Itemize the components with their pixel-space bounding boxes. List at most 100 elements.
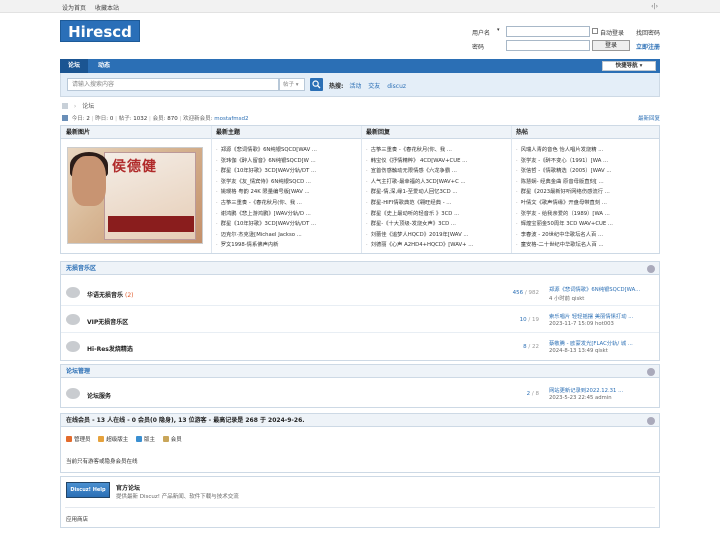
- latest-replies-link[interactable]: 最新回复: [638, 114, 660, 122]
- forum-last-time: 4 小时前 qiskt: [549, 296, 585, 302]
- quick-nav-button[interactable]: 快捷导航 ▾: [602, 61, 656, 71]
- forum-last-time: 2024-8-13 13:49 qiskt: [549, 348, 608, 354]
- list-item[interactable]: 辉煌宝丽金50周年 3CD WAV+CUE ...: [516, 219, 658, 227]
- username-input[interactable]: [506, 26, 590, 37]
- login-form: 用户名 ▾ 自动登录 找回密码 密码 登录 立即注册: [472, 26, 662, 56]
- forum-last-post[interactable]: 网站更新记录到2022.12.31 ...: [549, 386, 657, 394]
- dropdown-arrow-icon[interactable]: ▾: [497, 27, 500, 33]
- online-title[interactable]: 在线会员 - 13 人在线 - 0 会员(0 隐身), 13 位游客 - 最高记…: [66, 417, 305, 424]
- list-item[interactable]: 张学友 -《醉不变心（1991）[WA ...: [516, 156, 658, 164]
- app-store-link[interactable]: 应用商店: [66, 515, 88, 523]
- section-lossless-music: 无损音乐区 华语无损音乐 (2) 456 / 982 郑源《悲词情歌》6N纯银SQ…: [60, 261, 660, 361]
- link-name[interactable]: 官方论坛: [116, 483, 140, 492]
- top-bar: 设为首页 收藏本站 ‹|›: [0, 0, 720, 13]
- list-item[interactable]: 刘蕾佳《追梦人HQCD》2019年[WAV ...: [366, 230, 508, 238]
- forum-threads: 10: [519, 317, 527, 323]
- forum-threads: 2: [526, 391, 531, 397]
- new-member-link[interactable]: mostafmsd2: [214, 116, 248, 122]
- list-item[interactable]: 罗文1998-情系佛声内新: [216, 240, 358, 248]
- legend-super-mod: 超级版主: [98, 436, 128, 443]
- home-icon[interactable]: [62, 103, 68, 109]
- forum-posts: 19: [532, 317, 539, 323]
- latest-replies-list: 古筝三重奏 -《春花秋月(你、我 ... 韩宝仪《抒情精粹》 4CD[WAV+CU…: [361, 139, 511, 253]
- hot-posts-list: 风瑞人青的音色 怡人唱片发烧精 ... 张学友 -《醉不变心（1991）[WA .…: [511, 139, 659, 253]
- hot-search-item[interactable]: discuz: [387, 83, 406, 90]
- forum-last-post[interactable]: 郑源《悲词情歌》6N纯银SQCD[WA...: [549, 285, 657, 293]
- online-members: 在线会员 - 13 人在线 - 0 会员(0 隐身), 13 位游客 - 最高记…: [60, 413, 660, 473]
- list-item[interactable]: 群星-情,深,缘1-至爱动人回忆3CD ...: [366, 187, 508, 195]
- forum-posts: 22: [532, 344, 539, 350]
- tab-forum[interactable]: 论坛: [60, 59, 88, 73]
- list-item[interactable]: 张信哲 -《情歌精选（2005）[WAV ...: [516, 166, 658, 174]
- main-nav: 论坛 动态 快捷导航 ▾: [60, 59, 660, 73]
- list-item[interactable]: 韩宝仪《抒情精粹》 4CD[WAV+CUE ...: [366, 156, 508, 164]
- list-item[interactable]: 张学友《友_情宾侍》6N纯银SQCD ...: [216, 177, 358, 185]
- forum-posts: 8: [535, 391, 540, 397]
- list-item[interactable]: 风瑞人青的音色 怡人唱片发烧精 ...: [516, 145, 658, 153]
- list-item[interactable]: 群星《10年好歌》3CD[WAV分轨/DT ...: [216, 219, 358, 227]
- search-input[interactable]: 请输入搜索内容: [67, 78, 279, 91]
- forum-icon: [66, 287, 80, 298]
- forum-row[interactable]: 论坛服务 2 / 8 网站更新记录到2022.12.31 ... 2023-5-…: [61, 380, 659, 407]
- hot-search-item[interactable]: 活动: [349, 83, 361, 90]
- section-title[interactable]: 无损音乐区: [66, 265, 96, 272]
- list-item[interactable]: 郑源《悲词情歌》6N纯银SQCD[WAV ...: [216, 145, 358, 153]
- latest-picture[interactable]: 侯德健: [67, 147, 203, 244]
- forum-last-post[interactable]: 索乐唱片 轻轻摇摆 美丽情愫打动 ...: [549, 312, 657, 320]
- forum-row[interactable]: 华语无损音乐 (2) 456 / 982 郑源《悲词情歌》6N纯银SQCD[WA.…: [61, 279, 659, 306]
- list-item[interactable]: 宣首伤感触动无限情感《六龙争霸 ...: [366, 166, 508, 174]
- auto-login-label: 自动登录: [600, 30, 625, 37]
- list-item[interactable]: 古筝三重奏 -《春花秋月(你、我 ...: [366, 145, 508, 153]
- forum-row[interactable]: VIP无损音乐区 10 / 19 索乐唱片 轻轻摇摆 美丽情愫打动 ... 20…: [61, 306, 659, 333]
- password-input[interactable]: [506, 40, 590, 51]
- list-item[interactable]: 群星《史上最动听的轻音乐 》3CD ...: [366, 209, 508, 217]
- forum-icon: [66, 314, 80, 325]
- list-item[interactable]: 叶倩文《歌声情缘》开盘母带直刻 ...: [516, 198, 658, 206]
- collapse-icon[interactable]: [647, 265, 655, 273]
- register-link[interactable]: 立即注册: [636, 42, 660, 51]
- list-item[interactable]: 人气主打歌-最幸福的人3CD[WAV+C ...: [366, 177, 508, 185]
- forgot-password-link[interactable]: 找回密码: [636, 28, 660, 37]
- list-item[interactable]: 张学友 - 给我亲爱的（1989）[WA ...: [516, 209, 658, 217]
- collapse-icon[interactable]: [647, 368, 655, 376]
- list-item[interactable]: 迈克尔·杰克逊[Michael Jackso ...: [216, 230, 358, 238]
- list-item[interactable]: 谢鸿鹏《悲上游鸿鹏》[WAV分轨/D ...: [216, 209, 358, 217]
- forum-row[interactable]: Hi-Res发烧精选 8 / 22 蔡敬腾 - 欧蒙发光[FLAC分轨/ 城 .…: [61, 333, 659, 360]
- forum-name[interactable]: Hi-Res发烧精选: [87, 346, 133, 353]
- forum-name[interactable]: VIP无损音乐区: [87, 319, 128, 326]
- hot-search-item[interactable]: 交友: [368, 83, 380, 90]
- switch-width-icon[interactable]: ‹|›: [651, 3, 658, 10]
- list-item[interactable]: 群星-《十大顶级-发烧女声》3CD ...: [366, 219, 508, 227]
- members-count: 870: [167, 116, 178, 122]
- list-item[interactable]: 张玮伽《醉人留音》6N纯银SQCD[W ...: [216, 156, 358, 164]
- site-logo[interactable]: Hirescd: [60, 20, 140, 42]
- list-item[interactable]: 群星-HIFI情歌典范《翱旺经典 - ...: [366, 198, 508, 206]
- list-item[interactable]: 刘德丽《心声 A2HD4+HQCD》[WAV+ ...: [366, 240, 508, 248]
- set-homepage-link[interactable]: 设为首页: [62, 5, 86, 12]
- bookmark-link[interactable]: 收藏本站: [95, 5, 119, 12]
- forum-last-post[interactable]: 蔡敬腾 - 欧蒙发光[FLAC分轨/ 城 ...: [549, 339, 657, 347]
- discuz-logo[interactable]: Discuz! Help: [66, 482, 110, 498]
- list-item[interactable]: 古筝三重奏 -《春花秋月(你、我 ...: [216, 198, 358, 206]
- collapse-icon[interactable]: [647, 417, 655, 425]
- list-item[interactable]: 李春波 - 20世纪中华歌坛名人百 ...: [516, 230, 658, 238]
- list-item[interactable]: 陈慧娴- 经典金曲 原音母版直刻[ ...: [516, 177, 658, 185]
- legend-admin: 管理员: [66, 436, 91, 443]
- search-type-select[interactable]: 帖子 ▾: [279, 78, 305, 91]
- tab-activity[interactable]: 动态: [90, 59, 118, 73]
- login-button[interactable]: 登录: [592, 40, 630, 51]
- password-label: 密码: [472, 44, 485, 51]
- list-item[interactable]: 群星《10年好歌》3CD[WAV分轨/DT ...: [216, 166, 358, 174]
- list-item[interactable]: 姚璎格 粤韵 24K 限量编号版[WAV ...: [216, 187, 358, 195]
- breadcrumb-current[interactable]: 论坛: [82, 103, 94, 110]
- auto-login-checkbox[interactable]: [592, 28, 598, 34]
- forum-name[interactable]: 论坛服务: [87, 393, 111, 400]
- online-note: 当前只有游客或隐身会员在线: [66, 459, 138, 465]
- list-item[interactable]: 童安格-二十世纪中华歌坛名人百 ...: [516, 240, 658, 248]
- list-item[interactable]: 群星《2023最新好听网络伤感流行 ...: [516, 187, 658, 195]
- forum-last-time: 2023-11-7 15:09 hot003: [549, 321, 614, 327]
- search-button[interactable]: [310, 78, 323, 91]
- hot-search-label: 热搜:: [329, 83, 344, 90]
- forum-name[interactable]: 华语无损音乐: [87, 292, 123, 299]
- section-title[interactable]: 论坛管理: [66, 368, 90, 375]
